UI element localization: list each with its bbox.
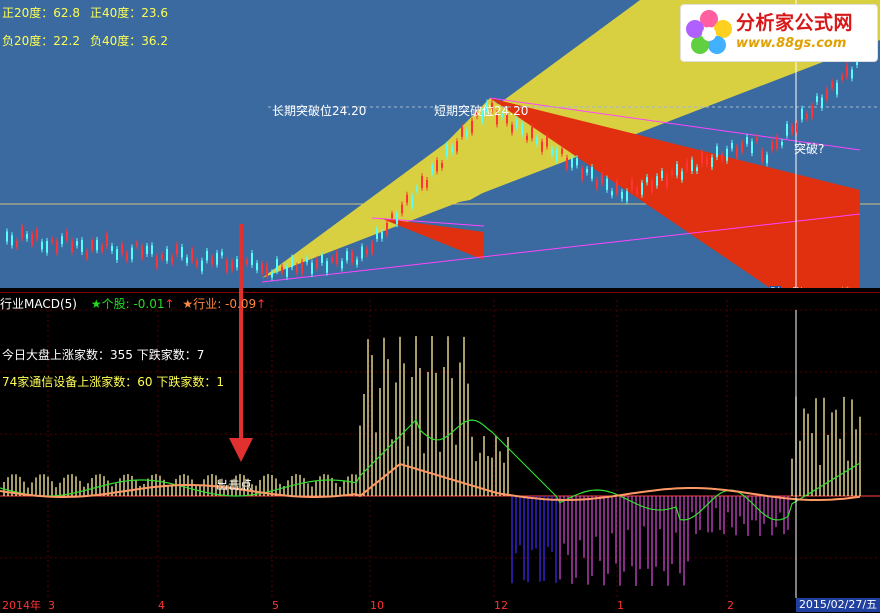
indicator-name[interactable]: 行业MACD(5) (0, 297, 77, 311)
dea-line (0, 462, 861, 501)
stock-value: -0.01 (133, 297, 165, 311)
dif-line (0, 418, 861, 521)
tick-4: 4 (158, 599, 165, 612)
current-date-box: 2015/02/27/五 (796, 598, 880, 612)
entry-point-label: 出击点 (216, 478, 253, 492)
sector-breadth: 74家通信设备上涨家数：60 下跌家数：1 (2, 375, 224, 389)
tick-2: 2 (727, 599, 734, 612)
tick-5: 5 (272, 599, 279, 612)
industry-star-icon: ★ (182, 297, 194, 311)
industry-value: -0.09 (225, 297, 257, 311)
tick-12: 12 (494, 599, 508, 612)
macd-grid (0, 300, 880, 598)
red-arrow-head (229, 438, 253, 462)
tick-3: 3 (48, 599, 55, 612)
indicator-header: 行业MACD(5) ★个股: -0.01↑ ★行业: -0.09↑ (0, 297, 267, 311)
macd-bars (3, 336, 861, 586)
up-arrow-icon: ↑ (164, 297, 175, 311)
up-arrow-icon-2: ↑ (256, 297, 267, 311)
tick-2014: 2014年 (2, 599, 41, 612)
stock-star-icon: ★ (90, 297, 102, 311)
market-breadth: 今日大盘上涨家数：355 下跌家数：7 (2, 348, 205, 362)
industry-label: 行业 (193, 297, 218, 311)
tick-10: 10 (370, 599, 384, 612)
date-axis (0, 598, 880, 613)
tick-1: 1 (617, 599, 624, 612)
stock-label: 个股 (101, 297, 126, 311)
